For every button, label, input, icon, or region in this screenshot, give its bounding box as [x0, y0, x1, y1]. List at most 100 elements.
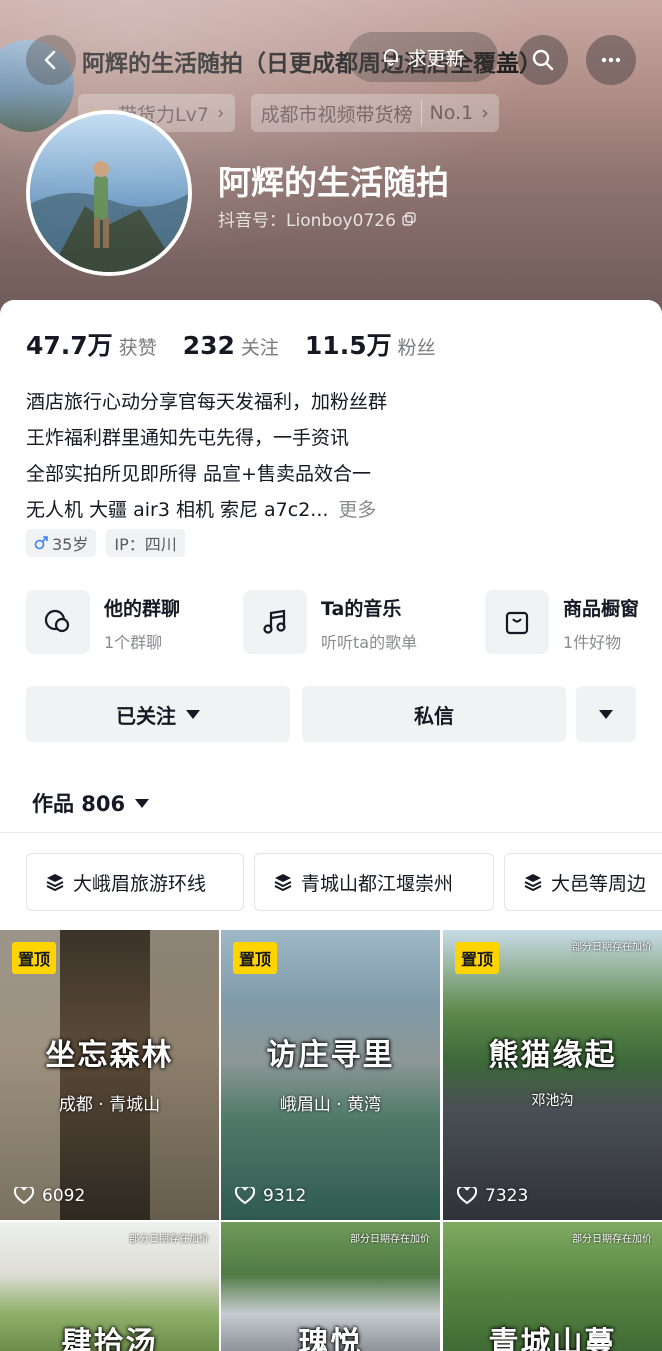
age-tag-label: 35岁: [52, 535, 89, 554]
avatar-photo: [30, 114, 188, 272]
stat-likes[interactable]: 47.7万 获赞: [26, 326, 157, 362]
layers-icon: [274, 874, 292, 892]
video-thumbnail[interactable]: 置顶 访庄寻里 峨眉山 · 黄湾 9312: [221, 930, 440, 1220]
video-thumbnail[interactable]: 部分日期存在加价 肆拾汤: [0, 1222, 219, 1351]
tag-row: 35岁 IP：四川: [26, 529, 185, 557]
feature-title: 他的群聊: [104, 598, 181, 620]
pinned-badge: 置顶: [12, 942, 57, 974]
ip-tag: IP：四川: [106, 529, 185, 557]
back-button[interactable]: [26, 35, 76, 85]
douyin-id[interactable]: 抖音号：Lionboy0726: [218, 206, 416, 231]
heart-icon: [457, 1187, 477, 1205]
heart-icon: [14, 1187, 34, 1205]
profile-cover: 阿辉的生活随拍（日更成都周边酒店全覆盖） 求更新 带货力Lv7 › 成都市视频带…: [0, 0, 662, 320]
collection-chip-label: 大邑等周边: [551, 872, 647, 895]
ip-tag-label: IP：四川: [114, 535, 177, 554]
douyin-id-text: 抖音号：Lionboy0726: [218, 211, 396, 231]
chevron-left-icon: [44, 50, 56, 70]
works-tab[interactable]: 作品 806: [32, 788, 150, 818]
video-title: 访庄寻里: [266, 1038, 395, 1073]
feature-icon-box: [243, 590, 307, 654]
works-tab-label: 作品 806: [32, 792, 126, 816]
video-thumbnail[interactable]: 部分日期存在加价 置顶 熊猫缘起 邓池沟 7323: [443, 930, 662, 1220]
pinned-badge: 置顶: [455, 942, 500, 974]
bio-line: 无人机 大疆 air3 相机 索尼 a7c2...: [26, 499, 329, 521]
video-title: 肆拾汤: [61, 1326, 158, 1351]
collection-row: 大峨眉旅游环线 青城山都江堰崇州 大邑等周边: [26, 853, 662, 911]
like-count-value: 6092: [42, 1186, 86, 1206]
more-options-button[interactable]: [586, 35, 636, 85]
followed-button[interactable]: 已关注: [26, 686, 290, 742]
message-button[interactable]: 私信: [302, 686, 566, 742]
badge-divider: [420, 100, 422, 126]
bio-line: 酒店旅行心动分享官每天发福利，加粉丝群: [26, 391, 388, 413]
feature-music[interactable]: Ta的音乐听听ta的歌单: [243, 590, 417, 654]
bell-icon: [384, 49, 399, 66]
feature-icon-box: [485, 590, 549, 654]
bio-line: 全部实拍所见即所得 品宣+售卖品效合一: [26, 463, 371, 485]
video-title: 坐忘森林: [45, 1038, 174, 1073]
male-icon: [34, 536, 48, 550]
collection-chip-label: 大峨眉旅游环线: [73, 872, 207, 895]
collection-chip[interactable]: 大峨眉旅游环线: [26, 853, 244, 911]
followed-button-label: 已关注: [116, 703, 176, 728]
page-title: 阿辉的生活随拍（日更成都周边酒店全覆盖）: [82, 51, 542, 77]
stat-likes-label: 获赞: [118, 337, 157, 359]
video-title: 瑰悦: [298, 1326, 363, 1351]
profile-main: 47.7万 获赞 232 关注 11.5万 粉丝 酒店旅行心动分享官每天发福利，加粉丝…: [0, 300, 662, 1351]
stat-following[interactable]: 232 关注: [183, 331, 279, 360]
sales-level-label: 带货力Lv7: [118, 103, 209, 126]
video-thumbnail[interactable]: 部分日期存在加价 青城山蔓: [443, 1222, 662, 1351]
request-update-button[interactable]: 求更新: [348, 32, 498, 82]
caret-down-icon: [186, 709, 200, 719]
ranking-badge[interactable]: 成都市视频带货榜 No.1 ›: [250, 94, 499, 132]
layers-icon: [46, 874, 64, 892]
feature-icon-box: [26, 590, 90, 654]
like-count: 7323: [457, 1186, 528, 1206]
feature-subtitle: 1件好物: [563, 633, 622, 652]
feature-subtitle: 1个群聊: [104, 633, 163, 652]
stat-followers-label: 粉丝: [397, 337, 436, 359]
chevron-right-icon: ›: [481, 102, 489, 124]
sales-level-badge[interactable]: 带货力Lv7 ›: [78, 94, 235, 132]
curtain-decor: [150, 930, 219, 1220]
video-thumbnail[interactable]: 部分日期存在加价 瑰悦: [221, 1222, 440, 1351]
stat-following-number: 232: [182, 331, 235, 360]
bio-more-link[interactable]: 更多: [338, 499, 376, 521]
bio-line-last: 无人机 大疆 air3 相机 索尼 a7c2... 更多: [26, 492, 636, 528]
layers-icon: [524, 874, 542, 892]
nickname: 阿辉的生活随拍: [218, 163, 449, 202]
feature-title: Ta的音乐: [321, 598, 402, 620]
video-title: 熊猫缘起: [488, 1038, 617, 1073]
collection-chip-label: 青城山都江堰崇州: [301, 872, 454, 895]
chat-bubbles-icon: [44, 609, 70, 633]
feature-row: 他的群聊 1个群聊 Ta的音乐听听ta的歌单 商品橱窗 1件好物: [26, 590, 662, 654]
action-row: 已关注 私信: [26, 686, 636, 742]
more-dots-icon: [601, 57, 621, 63]
shopping-bag-icon: [505, 611, 529, 635]
price-note: 部分日期存在加价: [129, 1234, 209, 1245]
collection-chip[interactable]: 大邑等周边: [504, 853, 662, 911]
recommend-dropdown-button[interactable]: [576, 686, 636, 742]
search-button[interactable]: [518, 35, 568, 85]
video-subtitle: 邓池沟: [531, 1093, 574, 1109]
stats-row: 47.7万 获赞 232 关注 11.5万 粉丝: [26, 326, 436, 362]
like-count-value: 9312: [263, 1186, 307, 1206]
request-update-label: 求更新: [407, 47, 465, 70]
video-thumbnail[interactable]: 置顶 坐忘森林 成都 · 青城山 6092: [0, 930, 219, 1220]
feature-subtitle: 听听ta的歌单: [321, 633, 418, 652]
age-tag: 35岁: [26, 529, 97, 557]
caret-down-icon: [135, 798, 150, 808]
caret-down-icon: [599, 709, 613, 719]
ranking-label: 成都市视频带货榜: [260, 103, 413, 126]
heart-icon: [235, 1187, 255, 1205]
stat-followers[interactable]: 11.5万 粉丝: [305, 326, 436, 362]
feature-group-chat[interactable]: 他的群聊 1个群聊: [26, 590, 180, 654]
collection-chip[interactable]: 青城山都江堰崇州: [254, 853, 494, 911]
feature-shop-window[interactable]: 商品橱窗 1件好物: [485, 590, 639, 654]
avatar[interactable]: [26, 110, 192, 276]
music-note-icon: [263, 609, 286, 634]
price-note: 部分日期存在加价: [572, 942, 652, 953]
like-count: 6092: [14, 1186, 85, 1206]
crown-icon: [90, 106, 108, 119]
